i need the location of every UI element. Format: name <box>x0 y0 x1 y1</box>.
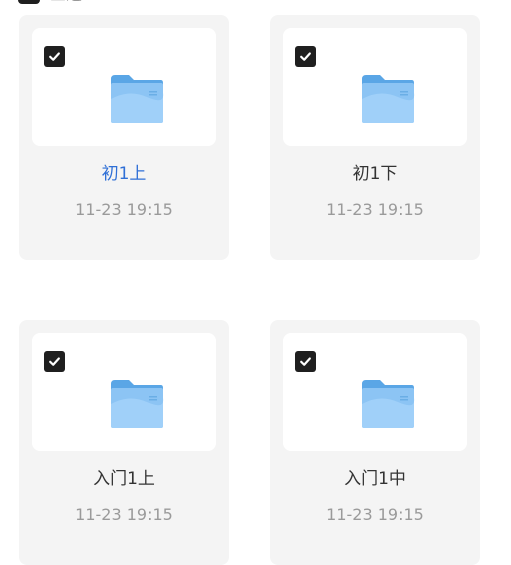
folder-card[interactable]: 入门1中 11-23 19:15 <box>270 320 480 565</box>
folder-name[interactable]: 初1下 <box>270 162 480 186</box>
folder-select-checkbox[interactable] <box>44 46 65 67</box>
folder-timestamp: 11-23 19:15 <box>75 505 173 524</box>
folder-card[interactable]: 初1下 11-23 19:15 <box>270 15 480 260</box>
folder-select-checkbox[interactable] <box>295 351 316 372</box>
folder-thumbnail[interactable] <box>32 333 216 451</box>
folder-name[interactable]: 初1上 <box>19 162 229 186</box>
folder-name[interactable]: 入门1中 <box>270 467 480 491</box>
folder-card[interactable]: 初1上 11-23 19:15 <box>19 15 229 260</box>
folder-icon <box>111 75 164 123</box>
folder-card[interactable]: 入门1上 11-23 19:15 <box>19 320 229 565</box>
folder-timestamp: 11-23 19:15 <box>75 200 173 219</box>
folder-thumbnail[interactable] <box>283 28 467 146</box>
folder-icon <box>111 380 164 428</box>
folder-name[interactable]: 入门1上 <box>19 467 229 491</box>
checkmark-icon <box>49 52 60 61</box>
folder-timestamp: 11-23 19:15 <box>326 505 424 524</box>
select-all-checkbox[interactable] <box>18 0 40 4</box>
folder-select-checkbox[interactable] <box>295 46 316 67</box>
folder-icon <box>362 380 415 428</box>
checkmark-icon <box>300 357 311 366</box>
checkmark-icon <box>49 357 60 366</box>
folder-select-checkbox[interactable] <box>44 351 65 372</box>
folder-thumbnail[interactable] <box>32 28 216 146</box>
select-all-label: 全选 <box>50 0 82 4</box>
folder-thumbnail[interactable] <box>283 333 467 451</box>
folder-timestamp: 11-23 19:15 <box>326 200 424 219</box>
checkmark-icon <box>300 52 311 61</box>
folder-icon <box>362 75 415 123</box>
